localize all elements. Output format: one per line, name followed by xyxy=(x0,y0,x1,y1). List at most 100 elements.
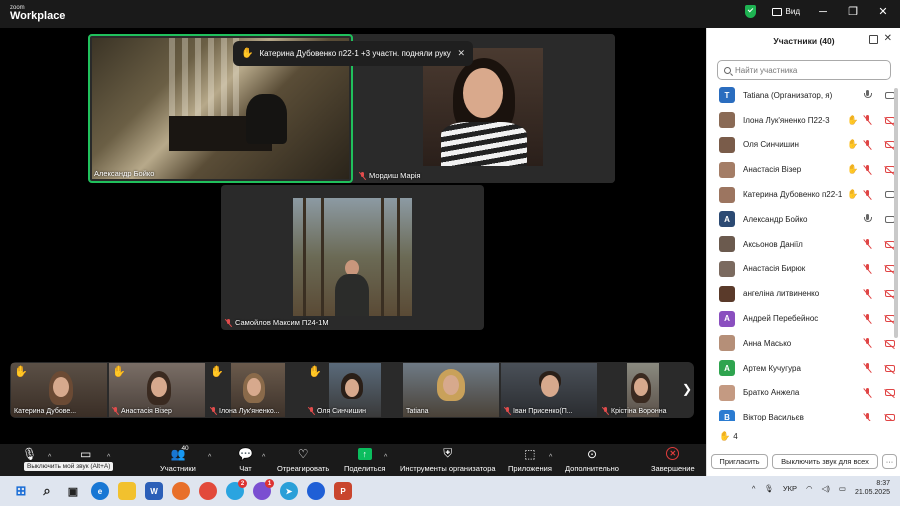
close-notification-icon[interactable]: ✕ xyxy=(457,48,465,59)
close-panel-icon[interactable]: ✕ xyxy=(884,33,892,44)
video-camera-off-icon[interactable] xyxy=(885,339,895,347)
chevron-up-icon[interactable]: ^ xyxy=(384,454,387,461)
security-shield-icon[interactable] xyxy=(744,5,756,18)
filmstrip-tile[interactable]: ✋ Оля Синчишин xyxy=(305,363,401,417)
restore-icon[interactable]: ❐ xyxy=(846,5,860,18)
filmstrip: ✋ Катерина Дубове... ✋ Анастасія Візер ✋… xyxy=(10,362,694,418)
participant-row[interactable]: Аксьонов Даніїл xyxy=(707,232,900,257)
apps-button[interactable]: ⬚ Приложения xyxy=(508,446,552,474)
chevron-up-icon[interactable]: ^ xyxy=(208,454,211,461)
microphone-muted-icon[interactable] xyxy=(863,313,871,324)
messenger-icon[interactable]: 2 xyxy=(226,479,247,500)
microphone-muted-icon[interactable] xyxy=(863,189,871,200)
invite-button[interactable]: Пригласить xyxy=(711,454,768,469)
chevron-up-icon[interactable]: ^ xyxy=(752,484,756,493)
microphone-muted-icon[interactable] xyxy=(863,363,871,373)
video-camera-off-icon[interactable] xyxy=(885,414,895,421)
video-tile[interactable]: Самойлов Максим П24-1М xyxy=(221,185,484,330)
filmstrip-tile[interactable]: Tatiana xyxy=(403,363,499,417)
microphone-muted-icon[interactable] xyxy=(863,338,871,348)
view-button[interactable]: Вид xyxy=(771,7,800,16)
participant-search[interactable] xyxy=(717,60,891,80)
language-indicator[interactable]: УКР xyxy=(783,484,797,493)
file-explorer-icon[interactable] xyxy=(118,482,136,500)
windows-start-icon[interactable]: ⊞ xyxy=(12,482,30,500)
chevron-up-icon[interactable]: ^ xyxy=(48,454,51,461)
search-input[interactable] xyxy=(735,65,875,75)
microphone-muted-icon[interactable] xyxy=(863,139,871,150)
microphone-muted-icon[interactable] xyxy=(863,387,871,398)
participant-row[interactable]: Ілона Лук'яненко П22-3 ✋ xyxy=(707,108,900,133)
host-tools-button[interactable]: ⛨ Инструменты организатора xyxy=(400,446,496,473)
chevron-up-icon[interactable]: ^ xyxy=(262,454,265,461)
chat-button[interactable]: 💬 Чат xyxy=(238,446,253,474)
chevron-up-icon[interactable]: ^ xyxy=(549,454,552,461)
raised-hands-notification[interactable]: ✋ Катерина Дубовенко п22-1 +3 участн. по… xyxy=(233,41,473,66)
chevron-right-icon[interactable]: ❯ xyxy=(682,382,692,396)
participant-row[interactable]: Анастасія Візер ✋ xyxy=(707,157,900,182)
participant-row[interactable]: B Віктор Васильєв xyxy=(707,405,900,421)
participant-row[interactable]: ангеліна литвиненко xyxy=(707,281,900,306)
participant-row[interactable]: A Александр Бойко xyxy=(707,207,900,232)
wifi-icon[interactable]: ◠ xyxy=(806,484,813,493)
chrome-icon[interactable] xyxy=(199,482,217,500)
telegram-icon[interactable]: ➤ xyxy=(280,482,298,500)
react-button[interactable]: ♡ Отреагировать xyxy=(277,446,329,474)
powerpoint-icon[interactable]: P xyxy=(334,482,352,500)
participant-row[interactable]: T Tatiana (Организатор, я) xyxy=(707,83,900,108)
video-camera-off-icon[interactable] xyxy=(885,364,895,372)
microphone-muted-icon[interactable] xyxy=(863,263,871,274)
notification-text: Катерина Дубовенко п22-1 +3 участн. подн… xyxy=(259,49,451,58)
participant-row[interactable]: Анна Масько xyxy=(707,331,900,356)
battery-icon[interactable]: ▭ xyxy=(839,484,846,493)
filmstrip-tile[interactable]: Іван Присенко(П... xyxy=(501,363,597,417)
edge-icon[interactable]: e xyxy=(91,482,109,500)
participant-row[interactable]: Анастасія Бирюк xyxy=(707,257,900,282)
participant-row[interactable]: Братко Анжела xyxy=(707,381,900,406)
volume-icon[interactable]: ◁) xyxy=(822,484,830,493)
filmstrip-tile[interactable]: ✋ Ілона Лук'яненко... xyxy=(207,363,303,417)
scrollbar[interactable] xyxy=(894,88,898,338)
participants-button[interactable]: 👥 40 Участники xyxy=(160,445,196,473)
minimize-icon[interactable]: ─ xyxy=(816,6,830,18)
more-button[interactable]: ⊙ Дополнительно xyxy=(565,446,619,474)
close-icon[interactable]: ✕ xyxy=(876,5,890,18)
filmstrip-tile[interactable]: Крістіна Воронна xyxy=(599,363,679,417)
end-meeting-button[interactable]: ✕ Завершение xyxy=(651,446,695,473)
more-dots-icon: ⊙ xyxy=(586,446,598,461)
popout-icon[interactable] xyxy=(869,35,878,44)
participant-row[interactable]: Оля Синчишин ✋ xyxy=(707,133,900,158)
microphone-icon[interactable] xyxy=(863,214,872,224)
participant-name: Іван Присенко(П... xyxy=(513,407,573,415)
word-icon[interactable]: W xyxy=(145,482,163,500)
microphone-muted-icon[interactable] xyxy=(863,164,871,175)
mute-button[interactable]: 🎙 xyxy=(22,446,37,461)
zoom-icon[interactable] xyxy=(307,482,325,500)
share-button[interactable]: ↑ Поделиться xyxy=(344,446,385,473)
avatar: A xyxy=(719,211,735,228)
microphone-muted-icon[interactable] xyxy=(863,288,871,299)
panel-actions: Пригласить Выключить звук для всех ··· xyxy=(707,452,900,474)
video-camera-off-icon[interactable] xyxy=(885,389,895,397)
microphone-icon[interactable] xyxy=(863,90,872,100)
firefox-icon[interactable] xyxy=(172,482,190,500)
microphone-muted-icon[interactable] xyxy=(863,412,871,421)
raised-hand-icon: ✋ xyxy=(719,431,731,441)
clock[interactable]: 8:37 21.05.2025 xyxy=(855,479,890,497)
microphone-muted-icon[interactable] xyxy=(863,239,871,249)
mute-all-button[interactable]: Выключить звук для всех xyxy=(772,454,878,469)
participant-row[interactable]: A Артем Кучугура xyxy=(707,356,900,381)
more-options-button[interactable]: ··· xyxy=(882,454,897,469)
participant-row[interactable]: Катерина Дубовенко п22-1 ✋ xyxy=(707,182,900,207)
filmstrip-tile[interactable]: ✋ Катерина Дубове... xyxy=(11,363,107,417)
viber-icon[interactable]: 1 xyxy=(253,479,274,500)
search-icon[interactable]: ⌕ xyxy=(38,482,56,500)
avatar: A xyxy=(719,310,735,327)
video-button[interactable]: ▭ xyxy=(80,446,91,461)
chevron-up-icon[interactable]: ^ xyxy=(107,454,110,461)
filmstrip-tile[interactable]: ✋ Анастасія Візер xyxy=(109,363,205,417)
task-view-icon[interactable]: ▣ xyxy=(64,482,82,500)
microphone-muted-icon[interactable] xyxy=(863,115,871,125)
participant-row[interactable]: A Андрей Перебейнос xyxy=(707,306,900,331)
microphone-icon[interactable]: 🎙 xyxy=(764,484,774,493)
